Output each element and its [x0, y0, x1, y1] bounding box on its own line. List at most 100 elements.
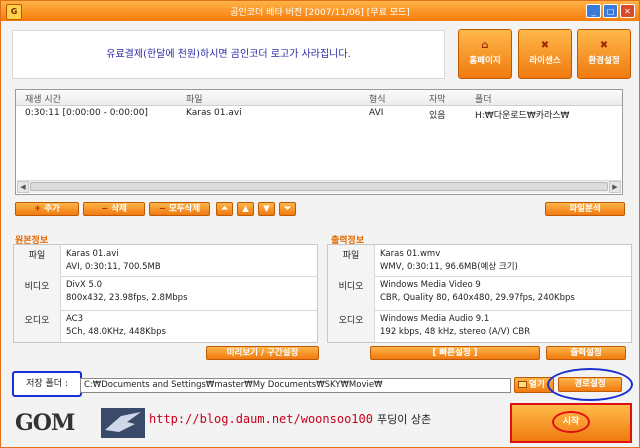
title-bar: G 곰인코더 베타 버전 [2007/11/06] [무료 모드] _ □ ✕: [1, 1, 639, 21]
save-path-input[interactable]: C:₩Documents and Settings₩master₩My Docu…: [80, 378, 511, 393]
start-button[interactable]: 시작: [510, 403, 632, 443]
license-icon: ✖: [540, 40, 550, 51]
gom-logo: GOM: [15, 406, 145, 440]
column-subtitle[interactable]: 자막: [429, 92, 446, 105]
notice-banner: 유료결제(한달에 천원)하시면 곰인코더 로고가 사라집니다.: [12, 30, 445, 79]
minus-icon: −: [158, 204, 166, 214]
info-value: Karas 01.wmv WMV, 0:30:11, 96.6MB(예상 크기): [380, 248, 518, 274]
output-settings-button[interactable]: 출력설정: [546, 346, 626, 360]
up-icon: ▲: [242, 204, 249, 214]
cell-folder: H:₩다운로드₩카라스₩: [475, 111, 570, 121]
info-line: 800x432, 23.98fps, 2.8Mbps: [66, 293, 188, 303]
file-list-header: 재생 시간 파일 형식 자막 폴더: [16, 90, 622, 106]
cell-duration: 0:30:11 [0:00:00 - 0:00:00]: [25, 108, 148, 118]
move-down-button[interactable]: ▼: [258, 202, 275, 216]
cell-subtitle: 있음: [429, 111, 446, 121]
path-settings-highlight: 경로설정: [547, 368, 633, 401]
info-line: 5Ch, 48.0KHz, 448Kbps: [66, 327, 166, 337]
home-icon: ⌂: [481, 40, 489, 51]
logo-text: GOM: [15, 410, 75, 436]
scrollbar-thumb[interactable]: [30, 182, 608, 191]
info-line: WMV, 0:30:11, 96.6MB(예상 크기): [380, 262, 518, 272]
move-bottom-button[interactable]: ⏷: [279, 202, 296, 216]
info-row: 비디오 Windows Media Video 9 CBR, Quality 80…: [328, 276, 631, 311]
scroll-left-icon[interactable]: ◀: [17, 181, 29, 193]
delete-all-button[interactable]: − 모두삭제: [149, 202, 210, 216]
info-label: 오디오: [328, 310, 375, 342]
delete-label: 삭제: [111, 204, 127, 214]
settings-button[interactable]: ✖ 환경설정: [577, 29, 631, 79]
horizontal-scrollbar[interactable]: ◀ ▶: [17, 180, 621, 193]
blog-url[interactable]: http://blog.daum.net/woonsoo100 푸딩이 상촌: [149, 411, 431, 427]
info-value: Windows Media Audio 9.1 192 kbps, 48 kHz,…: [380, 313, 530, 339]
bird-icon: [101, 408, 145, 438]
cell-file: Karas 01.avi: [186, 108, 242, 118]
info-line: AVI, 0:30:11, 700.5MB: [66, 262, 161, 272]
info-line: Windows Media Audio 9.1: [380, 314, 490, 324]
settings-label: 환경설정: [588, 56, 620, 66]
open-label: 열기: [529, 380, 545, 390]
column-format[interactable]: 형식: [369, 92, 386, 105]
preview-button[interactable]: 미리보기 / 구간설정: [206, 346, 319, 360]
info-label: 비디오: [328, 276, 375, 310]
analyze-button[interactable]: 파일분석: [545, 202, 625, 216]
info-label: 파일: [14, 245, 61, 276]
move-up-button[interactable]: ▲: [237, 202, 254, 216]
quick-settings-button[interactable]: [ 빠른설정 ]: [370, 346, 540, 360]
add-button[interactable]: + 추가: [15, 202, 79, 216]
app-window: G 곰인코더 베타 버전 [2007/11/06] [무료 모드] _ □ ✕ …: [0, 0, 640, 448]
window-title: 곰인코더 베타 버전 [2007/11/06] [무료 모드]: [230, 8, 410, 18]
minus-icon: −: [101, 204, 109, 214]
info-label: 비디오: [14, 276, 61, 310]
info-value: AC3 5Ch, 48.0KHz, 448Kbps: [66, 313, 166, 339]
output-info-table: 파일 Karas 01.wmv WMV, 0:30:11, 96.6MB(예상 크…: [327, 244, 632, 343]
double-down-icon: ⏷: [284, 204, 291, 214]
info-value: DivX 5.0 800x432, 23.98fps, 2.8Mbps: [66, 279, 188, 305]
info-row: 오디오 Windows Media Audio 9.1 192 kbps, 48 …: [328, 310, 631, 342]
license-button[interactable]: ✖ 라이센스: [518, 29, 572, 79]
license-label: 라이센스: [529, 56, 561, 66]
column-folder[interactable]: 폴더: [475, 92, 492, 105]
homepage-button[interactable]: ⌂ 홈페이지: [458, 29, 512, 79]
info-line: AC3: [66, 314, 84, 324]
column-duration[interactable]: 재생 시간: [25, 92, 61, 105]
path-settings-button[interactable]: 경로설정: [558, 377, 622, 392]
info-line: 192 kbps, 48 kHz, stereo (A/V) CBR: [380, 327, 531, 337]
info-label: 파일: [328, 245, 375, 276]
info-row: 비디오 DivX 5.0 800x432, 23.98fps, 2.8Mbps: [14, 276, 317, 311]
info-line: DivX 5.0: [66, 280, 102, 290]
table-row[interactable]: 0:30:11 [0:00:00 - 0:00:00] Karas 01.avi…: [16, 106, 622, 121]
move-top-button[interactable]: ⏶: [216, 202, 233, 216]
info-row: 파일 Karas 01.avi AVI, 0:30:11, 700.5MB: [14, 245, 317, 277]
column-file[interactable]: 파일: [186, 92, 203, 105]
start-label: 시작: [552, 411, 590, 433]
info-row: 파일 Karas 01.wmv WMV, 0:30:11, 96.6MB(예상 크…: [328, 245, 631, 277]
close-button[interactable]: ✕: [620, 4, 635, 18]
plus-icon: +: [34, 204, 42, 214]
save-folder-label: 저장 폴더 :: [12, 371, 82, 397]
cell-format: AVI: [369, 108, 384, 118]
folder-icon: [518, 381, 527, 388]
source-info-table: 파일 Karas 01.avi AVI, 0:30:11, 700.5MB 비디오…: [13, 244, 318, 343]
info-value: Windows Media Video 9 CBR, Quality 80, 64…: [380, 279, 575, 305]
info-line: Karas 01.wmv: [380, 249, 441, 259]
delete-button[interactable]: − 삭제: [83, 202, 145, 216]
info-label: 오디오: [14, 310, 61, 342]
tagline-text: 푸딩이 상촌: [376, 413, 432, 426]
settings-icon: ✖: [599, 40, 609, 51]
maximize-button[interactable]: □: [603, 4, 618, 18]
homepage-label: 홈페이지: [469, 56, 501, 66]
double-up-icon: ⏶: [221, 204, 228, 214]
down-icon: ▼: [263, 204, 270, 214]
delete-all-label: 모두삭제: [168, 204, 201, 214]
info-line: Windows Media Video 9: [380, 280, 481, 290]
url-text: http://blog.daum.net/woonsoo100: [149, 412, 373, 426]
scroll-right-icon[interactable]: ▶: [609, 181, 621, 193]
info-line: Karas 01.avi: [66, 249, 119, 259]
minimize-button[interactable]: _: [586, 4, 601, 18]
add-label: 추가: [44, 204, 60, 214]
file-list[interactable]: 재생 시간 파일 형식 자막 폴더 0:30:11 [0:00:00 - 0:0…: [15, 89, 623, 195]
info-line: CBR, Quality 80, 640x480, 29.97fps, 240K…: [380, 293, 575, 303]
info-value: Karas 01.avi AVI, 0:30:11, 700.5MB: [66, 248, 161, 274]
info-row: 오디오 AC3 5Ch, 48.0KHz, 448Kbps: [14, 310, 317, 342]
